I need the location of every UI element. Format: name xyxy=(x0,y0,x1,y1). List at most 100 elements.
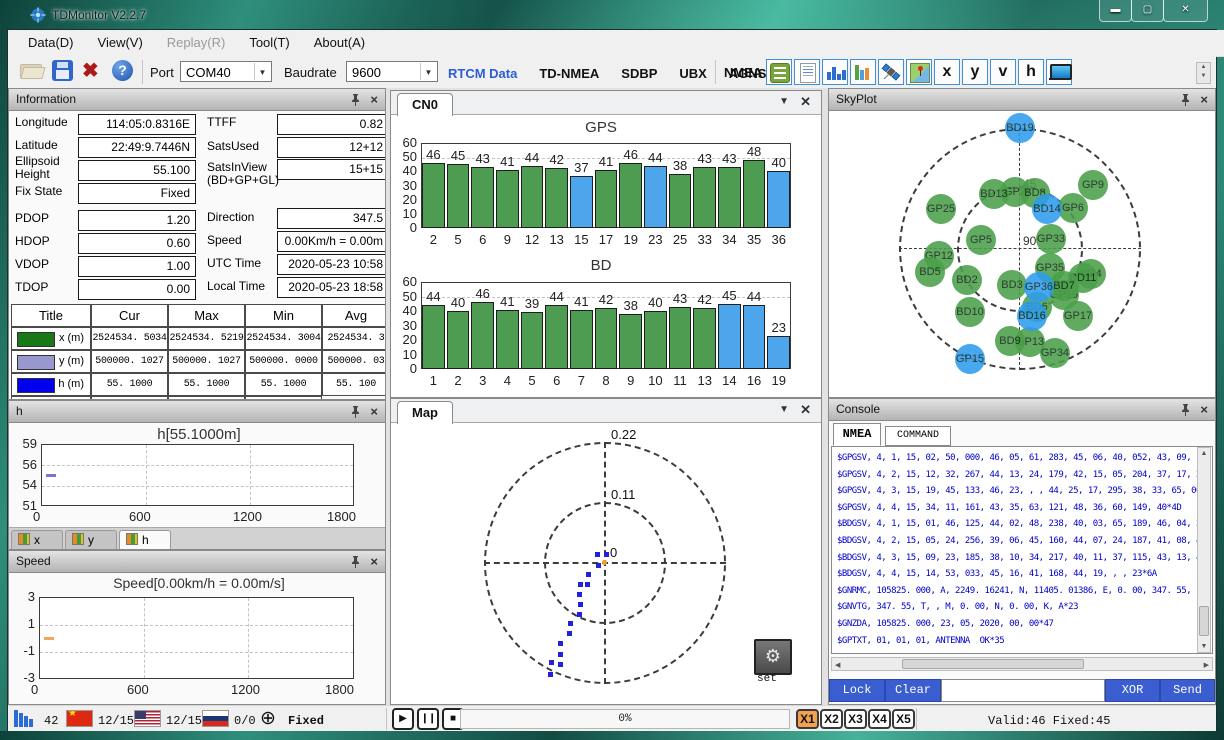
vertical-scrollbar[interactable]: ▲ ▼ xyxy=(1197,447,1211,653)
close-icon[interactable]: × xyxy=(370,401,378,422)
pin-icon[interactable] xyxy=(1180,403,1191,416)
cn0-chart-button[interactable] xyxy=(822,59,848,85)
chevron-down-icon[interactable]: ▼ xyxy=(254,63,270,80)
tab-command[interactable]: COMMAND xyxy=(885,426,951,446)
chevron-down-icon[interactable]: ▼ xyxy=(420,63,436,80)
bar-category-label: 19 xyxy=(760,373,797,388)
table-cell: 2524534. 3 xyxy=(322,327,386,350)
h-plot-button[interactable]: h xyxy=(1018,59,1044,85)
disconnect-icon[interactable]: ✖ xyxy=(82,58,99,83)
table-header: Avg xyxy=(322,304,386,327)
table-cell: 55. 1000 xyxy=(91,373,168,396)
map-tab[interactable]: Map xyxy=(397,401,453,424)
command-input[interactable] xyxy=(941,679,1105,702)
scroll-down-icon[interactable]: ▼ xyxy=(1198,643,1210,650)
console-toolbar: Lock Clear XOR Send xyxy=(829,679,1216,702)
skyplot-button[interactable] xyxy=(878,59,904,85)
gear-icon: ⚙ xyxy=(765,646,781,666)
protocol-tab-ubx[interactable]: UBX xyxy=(679,66,706,81)
play-button[interactable]: ▶ xyxy=(392,708,414,730)
toolbar-overflow-spinner[interactable]: ▲▼ xyxy=(1196,62,1211,84)
scroll-up-icon[interactable]: ▲ xyxy=(1198,450,1210,457)
map-settings-button[interactable]: ⚙ xyxy=(754,639,792,675)
menu-bar: Data(D)View(V)Replay(R)Tool(T)About(A) xyxy=(8,30,1224,57)
menu-item-replayr[interactable]: Replay(R) xyxy=(155,30,238,56)
scrollbar-thumb[interactable] xyxy=(1199,606,1209,636)
multiplier-button-x1[interactable]: X1 xyxy=(796,709,819,729)
close-icon[interactable]: × xyxy=(1200,399,1208,420)
y-plot-button[interactable]: y xyxy=(962,59,988,85)
field-value: 22:49:9.7446N xyxy=(78,137,196,158)
port-select[interactable]: COM40▼ xyxy=(180,61,272,82)
speed-panel-header: Speed × xyxy=(9,551,385,573)
x-plot-button[interactable]: x xyxy=(934,59,960,85)
menu-item-toolt[interactable]: Tool(T) xyxy=(237,30,301,56)
send-button[interactable]: Send xyxy=(1160,679,1215,702)
pin-icon[interactable] xyxy=(1180,93,1191,106)
multiplier-button-x5[interactable]: X5 xyxy=(892,709,915,729)
console-button[interactable] xyxy=(794,59,820,85)
save-icon[interactable] xyxy=(52,60,73,81)
close-icon[interactable]: ✕ xyxy=(800,402,811,418)
close-button[interactable]: ✕ xyxy=(1163,0,1208,22)
field-value: 15+15 xyxy=(277,159,386,180)
scrollbar-thumb[interactable] xyxy=(902,659,1084,669)
close-icon[interactable]: × xyxy=(370,89,378,110)
multiplier-button-x2[interactable]: X2 xyxy=(820,709,843,729)
signal-bars-button[interactable] xyxy=(850,59,876,85)
close-icon[interactable]: × xyxy=(370,551,378,572)
port-label: Port xyxy=(150,65,174,80)
field-label: Direction xyxy=(207,211,281,224)
protocol-tab-sdbp[interactable]: SDBP xyxy=(621,66,657,81)
nmea-tab[interactable]: NMEA xyxy=(724,65,762,80)
menu-item-datad[interactable]: Data(D) xyxy=(16,30,86,56)
plot-tab-x[interactable]: x xyxy=(11,530,63,550)
x-tick-label: 1800 xyxy=(325,682,354,697)
menu-item-abouta[interactable]: About(A) xyxy=(302,30,377,56)
scroll-left-icon[interactable]: ◀ xyxy=(835,661,840,669)
chevron-down-icon[interactable]: ▼ xyxy=(779,404,789,415)
map-ring-label: 0.22 xyxy=(610,427,637,442)
baudrate-select[interactable]: 9600▼ xyxy=(346,61,438,82)
protocol-tab-tdnmea[interactable]: TD-NMEA xyxy=(539,66,599,81)
bar-category-label: 36 xyxy=(760,232,797,247)
window-title: TDMonitor V2.2.7 xyxy=(52,8,146,22)
multiplier-button-x3[interactable]: X3 xyxy=(844,709,867,729)
monitor-button[interactable] xyxy=(1046,59,1072,85)
cn0-bar xyxy=(644,166,667,228)
pin-icon[interactable] xyxy=(350,93,361,106)
open-file-icon[interactable] xyxy=(20,61,44,81)
map-button[interactable] xyxy=(906,59,932,85)
horizontal-scrollbar[interactable]: ◀ ▶ xyxy=(831,657,1213,671)
chevron-down-icon[interactable]: ▼ xyxy=(779,96,789,107)
close-icon[interactable]: × xyxy=(1200,89,1208,110)
message-list-button[interactable] xyxy=(766,59,792,85)
pin-icon[interactable] xyxy=(350,555,361,568)
y-tick-label: 30 xyxy=(393,181,417,191)
clear-button[interactable]: Clear xyxy=(885,679,941,702)
pause-button[interactable]: ❙❙ xyxy=(417,708,439,730)
menu-item-viewv[interactable]: View(V) xyxy=(86,30,155,56)
russia-flag-icon xyxy=(202,710,229,727)
multiplier-button-x4[interactable]: X4 xyxy=(868,709,891,729)
minimize-button[interactable]: ▬ xyxy=(1099,0,1132,22)
maximize-button[interactable]: ▢ xyxy=(1131,0,1164,22)
help-icon[interactable]: ? xyxy=(112,60,133,81)
close-icon[interactable]: ✕ xyxy=(800,94,811,110)
bar-slot: 4423 xyxy=(643,143,668,228)
protocol-tab-rtcmdata[interactable]: RTCM Data xyxy=(448,66,517,81)
pin-icon[interactable] xyxy=(350,405,361,418)
lock-button[interactable]: Lock xyxy=(829,679,885,702)
xor-button[interactable]: XOR xyxy=(1105,679,1160,702)
v-plot-button[interactable]: v xyxy=(990,59,1016,85)
console-line: $GPGSV, 4, 1, 15, 02, 50, 000, 46, 05, 6… xyxy=(837,450,1212,467)
console-output[interactable]: $GPGSV, 4, 1, 15, 02, 50, 000, 46, 05, 6… xyxy=(831,446,1213,654)
cn0-bar xyxy=(570,176,593,228)
y-tick-label: 60 xyxy=(393,277,417,287)
plot-tab-y[interactable]: y xyxy=(65,530,117,550)
scroll-right-icon[interactable]: ▶ xyxy=(1204,661,1209,669)
cn0-tab[interactable]: CN0 xyxy=(397,93,453,116)
satellite-bd5: BD5 xyxy=(915,257,945,287)
plot-tab-h[interactable]: h xyxy=(119,530,171,550)
tab-nmea[interactable]: NMEA xyxy=(833,423,881,446)
